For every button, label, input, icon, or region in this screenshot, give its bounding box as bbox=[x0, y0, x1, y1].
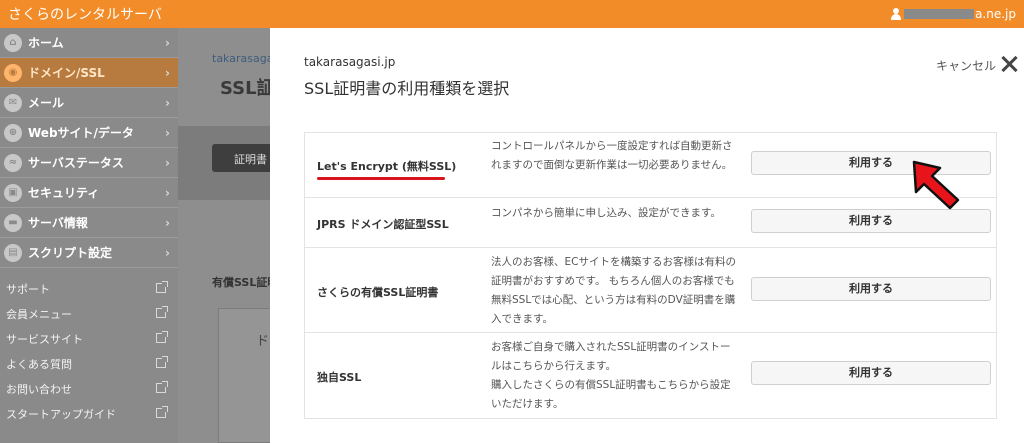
sidebar-item-server-info[interactable]: ▬ サーバ情報 › bbox=[0, 208, 178, 238]
sidebar-item-website-data[interactable]: ⊕ Webサイト/データ › bbox=[0, 118, 178, 148]
external-link-icon bbox=[156, 331, 168, 343]
chart-icon: ≈ bbox=[4, 153, 22, 172]
home-icon: ⌂ bbox=[4, 33, 22, 52]
external-link-icon bbox=[156, 281, 168, 293]
ssl-option-description: 法人のお客様、ECサイトを構築するお客様は有料の証明書がおすすめです。 もちろん… bbox=[491, 256, 736, 325]
external-link-icon bbox=[156, 306, 168, 318]
chevron-right-icon: › bbox=[165, 126, 170, 140]
sidebar-item-label: サーバ情報 bbox=[28, 216, 88, 230]
top-bar: さくらのレンタルサーバ a.ne.jp bbox=[0, 0, 1024, 28]
sidebar: ⌂ ホーム › ◉ ドメイン/SSL › ✉ メール › ⊕ Webサイト/デー… bbox=[0, 28, 178, 443]
sidebar-link-label: 会員メニュー bbox=[6, 307, 72, 321]
ssl-option-row-sakura-paid: さくらの有償SSL証明書 法人のお客様、ECサイトを構築するお客様は有料の証明書… bbox=[305, 248, 996, 333]
sidebar-link-label: よくある質問 bbox=[6, 357, 72, 371]
ssl-option-row-custom: 独自SSL お客様ご自身で購入されたSSL証明書のインストールはこちらから行えま… bbox=[305, 333, 996, 418]
sidebar-link-member-menu[interactable]: 会員メニュー bbox=[0, 301, 178, 326]
sidebar-link-label: お問い合わせ bbox=[6, 382, 72, 396]
ssl-option-name: JPRS ドメイン認証型SSL bbox=[317, 218, 449, 231]
sidebar-link-label: スタートアップガイド bbox=[6, 407, 116, 421]
highlight-underline bbox=[317, 177, 445, 180]
background-card bbox=[218, 308, 270, 443]
ssl-type-modal: takarasagasi.jp SSL証明書の利用種類を選択 キャンセル Let… bbox=[270, 28, 1024, 443]
sidebar-item-label: セキュリティ bbox=[28, 186, 100, 200]
ssl-option-name: 独自SSL bbox=[317, 371, 362, 384]
sidebar-item-domain-ssl[interactable]: ◉ ドメイン/SSL › bbox=[0, 58, 178, 88]
external-link-icon bbox=[156, 356, 168, 368]
background-content: takarasaga SSL証 証明書 有償SSL証明 ド bbox=[178, 28, 270, 443]
lock-icon: ▣ bbox=[4, 183, 22, 202]
sidebar-item-label: サーバステータス bbox=[28, 156, 124, 170]
sidebar-item-label: ドメイン/SSL bbox=[28, 66, 105, 80]
account-domain: a.ne.jp bbox=[975, 7, 1016, 21]
chevron-right-icon: › bbox=[165, 156, 170, 170]
external-link-icon bbox=[156, 406, 168, 418]
red-pointer-arrow-icon bbox=[912, 160, 960, 210]
cancel-button[interactable]: キャンセル bbox=[936, 57, 996, 74]
ssl-option-row-lets-encrypt: Let's Encrypt (無料SSL) コントロールパネルから一度設定すれば… bbox=[305, 133, 996, 198]
chevron-right-icon: › bbox=[165, 36, 170, 50]
sidebar-divider bbox=[0, 268, 178, 276]
sidebar-item-label: ホーム bbox=[28, 36, 64, 50]
ssl-options-table: Let's Encrypt (無料SSL) コントロールパネルから一度設定すれば… bbox=[304, 132, 997, 419]
account-menu[interactable]: a.ne.jp bbox=[890, 7, 1016, 21]
external-link-icon bbox=[156, 381, 168, 393]
sidebar-link-faq[interactable]: よくある質問 bbox=[0, 351, 178, 376]
script-icon: ▤ bbox=[4, 243, 22, 262]
use-sakura-paid-button[interactable]: 利用する bbox=[751, 277, 991, 301]
chevron-right-icon: › bbox=[165, 66, 170, 80]
sidebar-link-contact[interactable]: お問い合わせ bbox=[0, 376, 178, 401]
cancel-label: キャンセル bbox=[935, 59, 996, 73]
use-custom-ssl-button[interactable]: 利用する bbox=[751, 361, 991, 385]
sidebar-item-home[interactable]: ⌂ ホーム › bbox=[0, 28, 178, 58]
ssl-option-name: さくらの有償SSL証明書 bbox=[317, 286, 439, 299]
close-icon[interactable] bbox=[1000, 54, 1018, 74]
ssl-option-description: お客様ご自身で購入されたSSL証明書のインストールはこちらから行えます。 購入し… bbox=[491, 341, 731, 410]
mail-icon: ✉ bbox=[4, 93, 22, 112]
sidebar-link-service-site[interactable]: サービスサイト bbox=[0, 326, 178, 351]
background-section-label: 有償SSL証明 bbox=[212, 276, 270, 289]
sidebar-item-security[interactable]: ▣ セキュリティ › bbox=[0, 178, 178, 208]
chevron-right-icon: › bbox=[165, 246, 170, 260]
background-certificate-button: 証明書 bbox=[212, 144, 270, 172]
sidebar-item-label: Webサイト/データ bbox=[28, 126, 134, 140]
chevron-right-icon: › bbox=[165, 216, 170, 230]
background-domain: takarasaga bbox=[212, 52, 270, 65]
ssl-option-name: Let's Encrypt (無料SSL) bbox=[317, 160, 457, 173]
sidebar-link-support[interactable]: サポート bbox=[0, 276, 178, 301]
sidebar-link-label: サービスサイト bbox=[6, 332, 83, 346]
modal-title: SSL証明書の利用種類を選択 bbox=[304, 79, 510, 98]
redacted-account bbox=[904, 9, 975, 19]
sidebar-item-label: スクリプト設定 bbox=[28, 246, 113, 260]
sidebar-item-server-status[interactable]: ≈ サーバステータス › bbox=[0, 148, 178, 178]
ssl-option-description: コンパネから簡単に申し込み、設定ができます。 bbox=[491, 207, 721, 219]
chevron-right-icon: › bbox=[165, 186, 170, 200]
domain-icon: ◉ bbox=[4, 63, 22, 82]
ssl-option-description: コントロールパネルから一度設定すれば自動更新されますので面倒な更新作業は一切必要… bbox=[491, 140, 733, 171]
modal-domain: takarasagasi.jp bbox=[304, 55, 396, 69]
ssl-option-row-jprs: JPRS ドメイン認証型SSL コンパネから簡単に申し込み、設定ができます。 利… bbox=[305, 198, 996, 248]
brand-logo[interactable]: さくらのレンタルサーバ bbox=[8, 4, 162, 24]
user-icon bbox=[890, 8, 902, 20]
server-icon: ▬ bbox=[4, 213, 22, 232]
web-icon: ⊕ bbox=[4, 123, 22, 142]
sidebar-item-script-settings[interactable]: ▤ スクリプト設定 › bbox=[0, 238, 178, 268]
background-card-text: ド bbox=[256, 334, 270, 349]
sidebar-link-startup-guide[interactable]: スタートアップガイド bbox=[0, 401, 178, 426]
sidebar-item-mail[interactable]: ✉ メール › bbox=[0, 88, 178, 118]
chevron-right-icon: › bbox=[165, 96, 170, 110]
sidebar-item-label: メール bbox=[28, 96, 65, 110]
background-title: SSL証 bbox=[220, 78, 270, 99]
sidebar-link-label: サポート bbox=[6, 282, 50, 296]
